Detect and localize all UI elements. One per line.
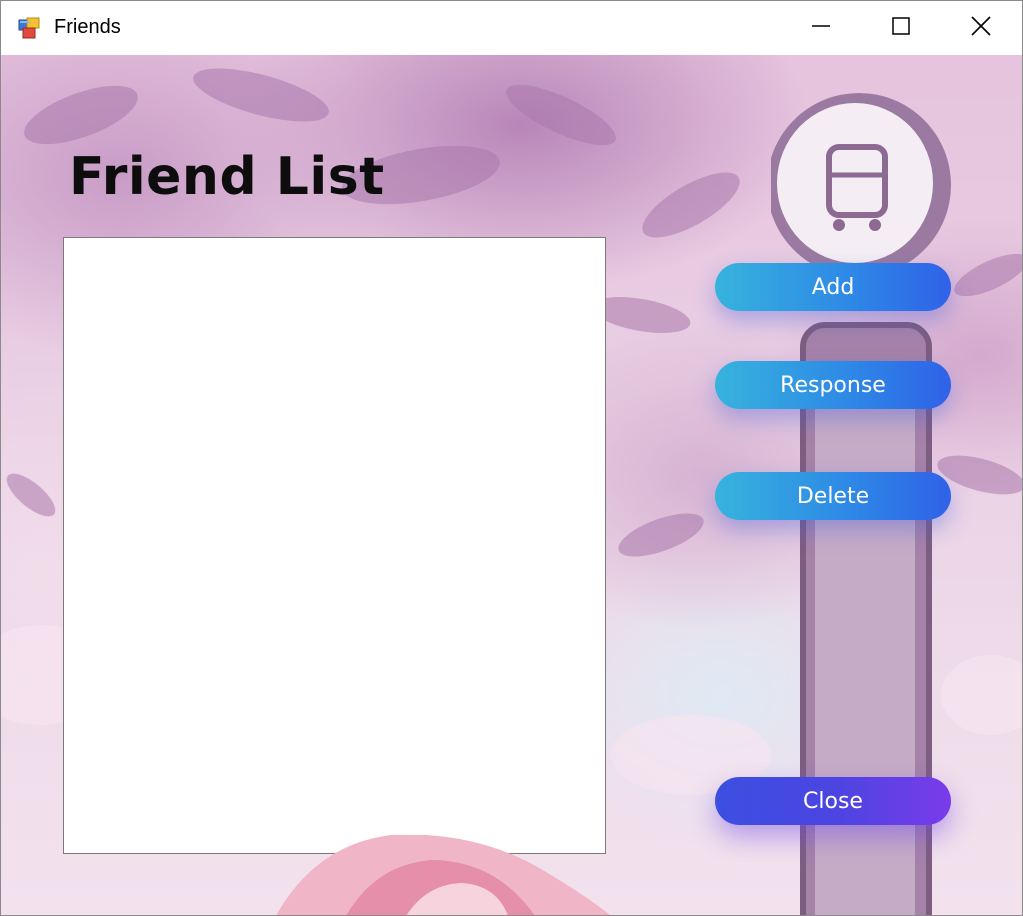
window-title: Friends [54,16,121,38]
add-button[interactable]: Add [715,263,951,311]
friend-list-box[interactable] [63,237,606,854]
maximize-button[interactable] [861,1,941,55]
maximize-icon [891,16,911,41]
response-button[interactable]: Response [715,361,951,409]
title-bar[interactable]: Friends [1,1,1022,55]
form-client-area: Friend List Add Response Delete Close [1,55,1022,915]
windows-form-icon [18,17,40,39]
close-button[interactable]: Close [715,777,951,825]
friends-window: Friends Friend List Add Response Delete … [0,0,1023,916]
character-artwork [276,835,610,915]
close-window-button[interactable] [941,1,1021,55]
minimize-button[interactable] [781,1,861,55]
minimize-icon [811,16,831,41]
delete-button[interactable]: Delete [715,472,951,520]
close-icon [970,15,992,42]
page-title: Friend List [69,147,385,207]
